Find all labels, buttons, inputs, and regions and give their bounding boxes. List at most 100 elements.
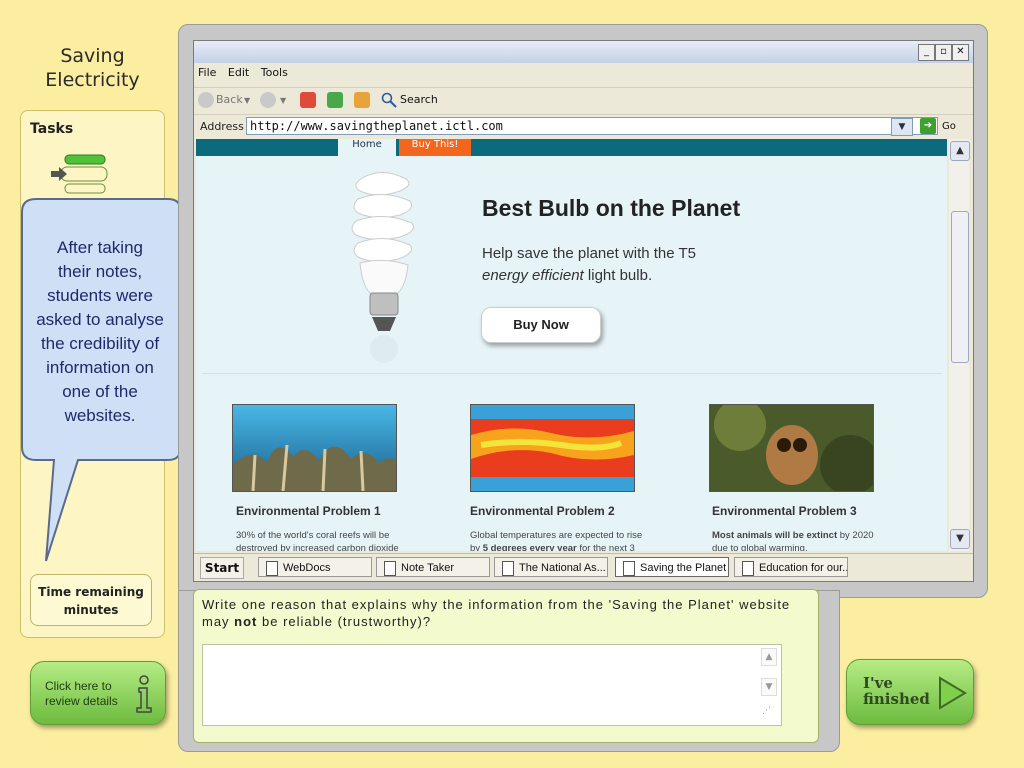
play-arrow-icon (939, 676, 967, 710)
answer-textarea[interactable] (202, 644, 782, 726)
app-title-line1: Saving (60, 45, 125, 67)
finish-line: finished (863, 690, 930, 708)
go-arrow-icon[interactable]: ➔ (920, 118, 936, 134)
scroll-up-icon[interactable]: ▲ (950, 141, 970, 161)
browser-window: _ ▫ ✕ File Edit Tools Back ▼ ▼ Search Ad… (193, 40, 974, 582)
taskbar-item-saving-planet[interactable]: Saving the Planet (615, 557, 729, 577)
document-icon (384, 561, 396, 576)
instruction-line: the credibility of (40, 334, 160, 353)
document-icon (623, 561, 635, 576)
answer-scroll-down-icon[interactable]: ▼ (761, 678, 777, 696)
address-input[interactable] (246, 117, 938, 135)
search-button[interactable]: Search (400, 93, 438, 106)
nav-home-tab[interactable]: Home (338, 139, 396, 156)
taskbar-item-national[interactable]: The National As... (494, 557, 608, 577)
hero-subtitle: Help save the planet with the T5 energy … (482, 243, 696, 287)
light-bulb-image (351, 172, 414, 363)
card-text-3: Most animals will be extinct by 2020 due… (712, 529, 892, 551)
taskbar: Start WebDocs Note Taker The National As… (194, 553, 973, 580)
document-icon (502, 561, 514, 576)
hero-line2-rest: light bulb. (583, 267, 653, 284)
card-text-1: 30% of the world's coral reefs will be d… (236, 530, 399, 551)
instruction-line: asked to analyse (36, 310, 164, 329)
time-remaining-box: Time remaining minutes (30, 574, 152, 626)
card-title-1: Environmental Problem 1 (236, 504, 381, 518)
review-line: review details (45, 694, 118, 708)
menu-file[interactable]: File (198, 66, 216, 79)
nav-buy-tab[interactable]: Buy This! (399, 139, 471, 156)
document-icon (266, 561, 278, 576)
card-text-2: Global temperatures are expected to rise… (470, 529, 650, 551)
address-bar: Address ▼ ➔ Go (194, 115, 973, 137)
scroll-thumb[interactable] (951, 211, 969, 363)
question-text: Write one reason that explains why the i… (202, 596, 814, 630)
instruction-line: students were (47, 286, 153, 305)
review-details-button[interactable]: Click here to review details (30, 661, 166, 725)
web-page: Home Buy This! Best Bulb on the Planet H… (196, 139, 947, 551)
taskbar-item-label: The National As... (519, 562, 606, 574)
vertical-scrollbar[interactable]: ▲ ▼ (949, 139, 970, 551)
maximize-button[interactable]: ▫ (935, 44, 952, 61)
finished-button[interactable]: I've finished (846, 659, 974, 725)
back-button[interactable]: Back (216, 93, 243, 106)
answer-scroll-up-icon[interactable]: ▲ (761, 648, 777, 666)
hero-line2: energy efficient light bulb. (482, 265, 696, 287)
review-details-label: Click here to review details (45, 679, 118, 709)
site-nav: Home Buy This! (196, 139, 947, 156)
card-text-2-bold: 5 degrees every year (482, 543, 577, 551)
taskbar-item-webdocs[interactable]: WebDocs (258, 557, 372, 577)
card-text-3-bold: Most animals will be extinct (712, 530, 838, 541)
instruction-line: their notes, (57, 262, 143, 281)
app-title: Saving Electricity (20, 44, 165, 92)
scroll-down-icon[interactable]: ▼ (950, 529, 970, 549)
instruction-text: After taking their notes, students were … (30, 236, 170, 428)
search-icon[interactable] (381, 92, 397, 108)
toolbar: Back ▼ ▼ Search (194, 87, 973, 115)
stop-icon[interactable] (300, 92, 316, 108)
taskbar-item-label: Education for our.. (759, 562, 848, 574)
menu-edit[interactable]: Edit (228, 66, 249, 79)
taskbar-item-note-taker[interactable]: Note Taker (376, 557, 490, 577)
taskbar-item-education[interactable]: Education for our.. (734, 557, 848, 577)
refresh-icon[interactable] (327, 92, 343, 108)
task-stack-icon[interactable] (51, 153, 111, 197)
back-arrow-icon[interactable] (198, 92, 214, 108)
buy-now-button[interactable]: Buy Now (481, 307, 601, 343)
review-line: Click here to (45, 679, 112, 693)
home-icon[interactable] (354, 92, 370, 108)
time-remaining-label: Time remaining (38, 585, 144, 599)
menu-tools[interactable]: Tools (261, 66, 288, 79)
title-bar: _ ▫ ✕ (194, 41, 973, 63)
back-dropdown-icon[interactable]: ▼ (244, 96, 250, 105)
instruction-line: information on (46, 358, 154, 377)
resize-grip-icon[interactable]: ⋰ (762, 706, 771, 716)
coral-reef-image (232, 404, 397, 492)
taskbar-item-label: Saving the Planet (640, 562, 727, 574)
finished-label: I've finished (863, 675, 930, 707)
forward-dropdown-icon[interactable]: ▼ (280, 96, 286, 105)
time-remaining-unit: minutes (63, 603, 119, 617)
loris-animal-image (709, 404, 874, 492)
hero-emphasis: energy efficient (482, 267, 584, 284)
instruction-line: one of the (62, 382, 138, 401)
info-icon (136, 675, 152, 713)
address-label: Address (200, 120, 244, 133)
answer-scrollbar[interactable]: ▲ ▼ ⋰ (758, 644, 778, 724)
hero-title: Best Bulb on the Planet (482, 195, 741, 221)
start-button[interactable]: Start (200, 557, 244, 579)
instruction-line: websites. (64, 406, 136, 425)
card-title-2: Environmental Problem 2 (470, 504, 615, 518)
menu-bar: File Edit Tools (198, 66, 296, 79)
forward-arrow-icon[interactable] (260, 92, 276, 108)
go-button[interactable]: Go (942, 121, 956, 132)
minimize-button[interactable]: _ (918, 44, 935, 61)
close-button[interactable]: ✕ (952, 44, 969, 61)
address-dropdown-icon[interactable]: ▼ (891, 118, 913, 136)
finish-line: I've (863, 674, 893, 692)
question-text-bold: not (234, 614, 258, 629)
question-panel: Write one reason that explains why the i… (193, 589, 819, 743)
question-text-post: be reliable (trustworthy)? (257, 614, 432, 629)
app-title-line2: Electricity (45, 69, 140, 91)
card-title-3: Environmental Problem 3 (712, 504, 857, 518)
instruction-line: After taking (57, 238, 143, 257)
